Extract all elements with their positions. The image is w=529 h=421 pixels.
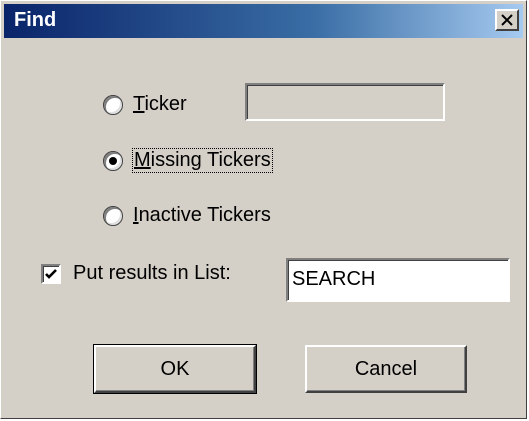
find-dialog: Find Ticker Missing Tickers Inactive Tic… <box>0 0 527 419</box>
inactive-tickers-radio[interactable] <box>103 205 123 226</box>
results-list-input[interactable]: SEARCH <box>286 258 510 302</box>
ticker-radio[interactable] <box>103 94 123 115</box>
checkmark-icon <box>45 268 57 279</box>
close-button[interactable] <box>495 9 519 31</box>
missing-tickers-label: Missing Tickers <box>132 148 273 173</box>
ticker-label: Ticker <box>133 93 187 115</box>
ok-button[interactable]: OK <box>93 344 257 394</box>
title-bar[interactable]: Find <box>4 4 523 38</box>
put-results-checkbox[interactable] <box>41 263 61 284</box>
put-results-label: Put results in List: <box>73 262 231 284</box>
ticker-option[interactable]: Ticker <box>103 93 187 116</box>
missing-tickers-radio[interactable] <box>103 150 123 171</box>
window-title: Find <box>14 9 57 31</box>
inactive-tickers-option[interactable]: Inactive Tickers <box>103 204 271 227</box>
ticker-input[interactable] <box>245 83 445 121</box>
put-results-option[interactable]: Put results in List: <box>41 262 231 285</box>
inactive-tickers-label: Inactive Tickers <box>133 204 271 226</box>
close-icon <box>501 14 513 26</box>
cancel-button[interactable]: Cancel <box>305 345 467 393</box>
missing-tickers-option[interactable]: Missing Tickers <box>103 148 273 173</box>
